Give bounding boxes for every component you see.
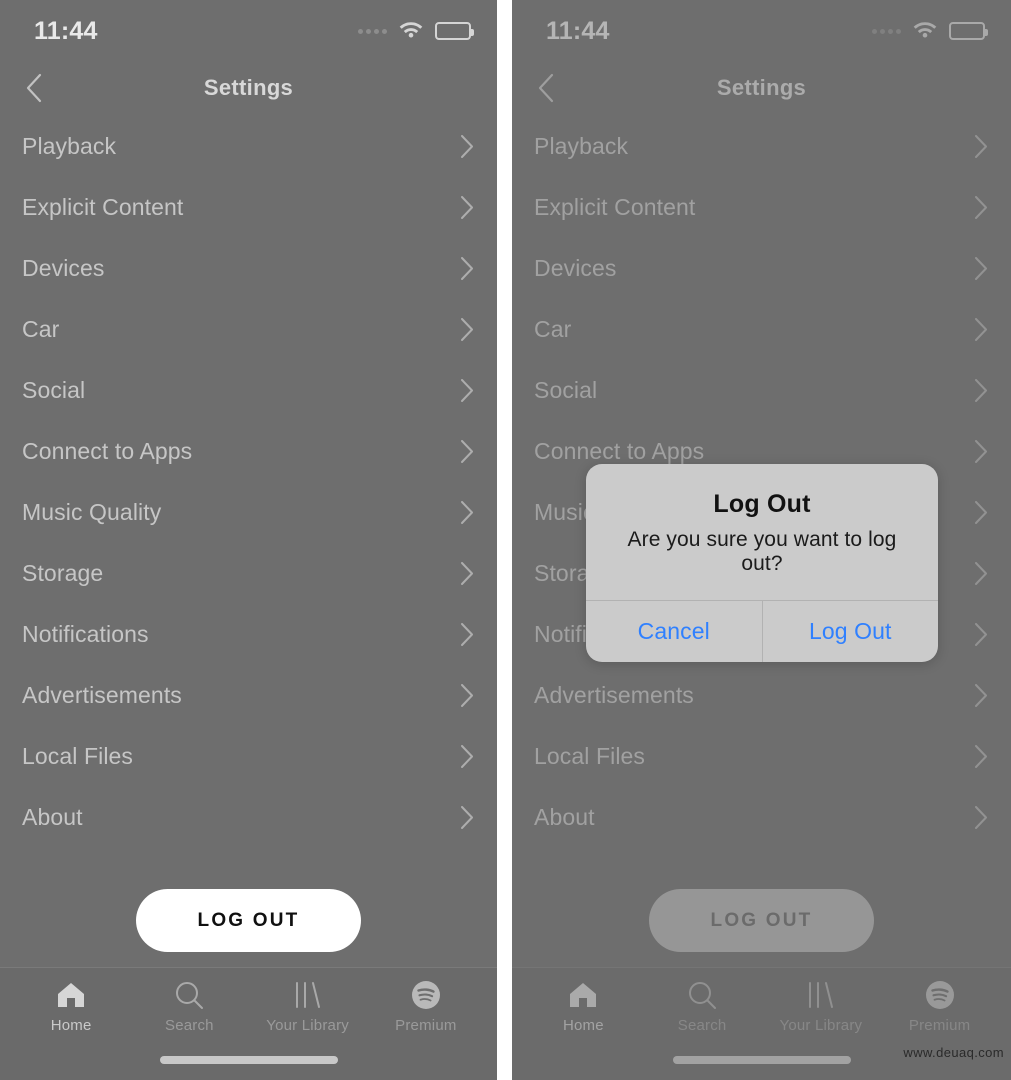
watermark: www.deuaq.com xyxy=(903,1045,1004,1060)
tab-bar: Home Search Your Library Premium xyxy=(0,967,497,1080)
back-button[interactable] xyxy=(14,68,54,108)
chevron-right-icon xyxy=(461,135,473,158)
tab-home[interactable]: Home xyxy=(16,980,126,1034)
battery-icon xyxy=(435,22,474,40)
settings-row[interactable]: Notifications xyxy=(22,604,475,665)
tab-label: Search xyxy=(165,1017,214,1034)
logout-button[interactable]: LOG OUT xyxy=(136,889,361,952)
settings-row[interactable]: Advertisements xyxy=(22,665,475,726)
settings-item-label: Explicit Content xyxy=(22,194,184,220)
settings-item-label: Notifications xyxy=(22,621,149,647)
chevron-right-icon xyxy=(461,806,473,829)
settings-row[interactable]: Devices xyxy=(22,238,475,299)
settings-row[interactable]: Storage xyxy=(22,543,475,604)
search-icon xyxy=(174,980,204,1010)
settings-row[interactable]: Playback xyxy=(22,116,475,177)
logout-confirmation-dialog: Log Out Are you sure you want to log out… xyxy=(586,464,938,662)
signal-dots-icon xyxy=(358,28,387,34)
settings-row[interactable]: Local Files xyxy=(22,726,475,787)
chevron-right-icon xyxy=(461,562,473,585)
settings-item-label: Social xyxy=(22,377,86,403)
chevron-right-icon xyxy=(461,196,473,219)
settings-row[interactable]: Explicit Content xyxy=(22,177,475,238)
settings-row[interactable]: Car xyxy=(22,299,475,360)
tab-label: Home xyxy=(50,1017,92,1034)
chevron-right-icon xyxy=(461,318,473,341)
chevron-right-icon xyxy=(461,501,473,524)
alert-content: Log Out Are you sure you want to log out… xyxy=(586,464,938,600)
home-icon xyxy=(56,980,86,1010)
settings-row[interactable]: Connect to Apps xyxy=(22,421,475,482)
settings-item-label: Music Quality xyxy=(22,499,162,525)
alert-title: Log Out xyxy=(713,490,811,518)
chevron-right-icon xyxy=(461,379,473,402)
settings-item-label: Playback xyxy=(22,133,117,159)
spotify-logo-icon xyxy=(411,980,441,1010)
settings-item-label: Advertisements xyxy=(22,682,182,708)
settings-item-label: Connect to Apps xyxy=(22,438,193,464)
settings-item-label: Devices xyxy=(22,255,105,281)
navigation-bar: Settings xyxy=(0,62,497,114)
tab-search[interactable]: Search xyxy=(134,980,244,1034)
settings-list: Playback Explicit Content Devices Car So… xyxy=(0,116,497,848)
chevron-left-icon xyxy=(26,73,42,103)
wifi-icon xyxy=(398,19,424,43)
settings-row[interactable]: Music Quality xyxy=(22,482,475,543)
tab-label: Premium xyxy=(395,1017,457,1034)
confirm-logout-button[interactable]: Log Out xyxy=(761,601,939,662)
page-title: Settings xyxy=(203,75,294,100)
chevron-right-icon xyxy=(461,684,473,707)
library-icon xyxy=(292,980,324,1010)
home-indicator[interactable] xyxy=(159,1056,338,1064)
phone-screen-logout-alert: 11:44 Settings Playback Explicit Content… xyxy=(512,0,1011,1080)
settings-item-label: Car xyxy=(22,316,60,342)
chevron-right-icon xyxy=(461,745,473,768)
status-bar-time: 11:44 xyxy=(34,16,98,45)
tab-label: Your Library xyxy=(266,1017,349,1034)
settings-row[interactable]: Social xyxy=(22,360,475,421)
tab-premium[interactable]: Premium xyxy=(371,980,481,1034)
chevron-right-icon xyxy=(461,257,473,280)
settings-row[interactable]: About xyxy=(22,787,475,848)
tab-your-library[interactable]: Your Library xyxy=(253,980,363,1034)
chevron-right-icon xyxy=(461,623,473,646)
phone-screen-settings: 11:44 Settings Playback Explicit Content… xyxy=(0,0,497,1080)
chevron-right-icon xyxy=(461,440,473,463)
settings-item-label: Storage xyxy=(22,560,104,586)
status-bar-icons xyxy=(358,19,474,43)
settings-item-label: Local Files xyxy=(22,743,134,769)
screenshot-canvas: 11:44 Settings Playback Explicit Content… xyxy=(0,0,1011,1080)
cancel-button[interactable]: Cancel xyxy=(586,601,762,662)
settings-item-label: About xyxy=(22,804,83,830)
alert-actions: Cancel Log Out xyxy=(586,600,938,662)
alert-message: Are you sure you want to log out? xyxy=(627,528,897,575)
logout-button-container: LOG OUT xyxy=(0,889,497,952)
status-bar: 11:44 xyxy=(0,0,497,62)
